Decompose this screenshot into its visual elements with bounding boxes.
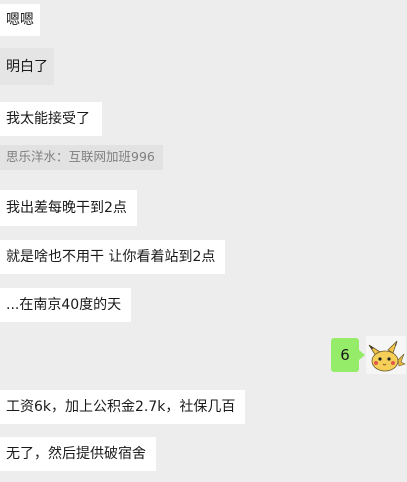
chat-window: 嗯嗯 明白了 我太能接受了 思乐洋水：互联网加班996 我出差每晚干到2点 就是… [0, 0, 407, 482]
quoted-reference[interactable]: 思乐洋水：互联网加班996 [0, 145, 163, 170]
message-text: 我出差每晚干到2点 [6, 200, 127, 216]
message-text: 我太能接受了 [6, 111, 90, 127]
message-bubble[interactable]: 嗯嗯 [0, 4, 40, 36]
message-text: 嗯嗯 [6, 12, 34, 28]
message-text: 工资6k，加上公积金2.7k，社保几百 [6, 399, 236, 415]
message-bubble[interactable]: ...在南京40度的天 [0, 288, 132, 322]
quote-text: 思乐洋水：互联网加班996 [6, 149, 155, 164]
message-bubble[interactable]: 工资6k，加上公积金2.7k，社保几百 [0, 390, 246, 424]
user-avatar[interactable] [366, 336, 406, 374]
message-text: 就是啥也不用干 让你看着站到2点 [6, 249, 216, 265]
pikachu-avatar-icon [368, 340, 406, 372]
message-text: 明白了 [6, 59, 48, 75]
message-bubble[interactable]: 我出差每晚干到2点 [0, 190, 137, 226]
sent-message-bubble[interactable]: 6 [331, 338, 365, 372]
message-bubble[interactable]: 我太能接受了 [0, 102, 102, 136]
message-bubble[interactable]: 无了，然后提供破宿舍 [0, 437, 156, 471]
sent-message-text: 6 [340, 346, 350, 364]
message-bubble[interactable]: 就是啥也不用干 让你看着站到2点 [0, 240, 226, 274]
message-text: ...在南京40度的天 [6, 297, 122, 313]
message-bubble-selected[interactable]: 明白了 [0, 48, 54, 85]
message-text: 无了，然后提供破宿舍 [6, 446, 146, 462]
